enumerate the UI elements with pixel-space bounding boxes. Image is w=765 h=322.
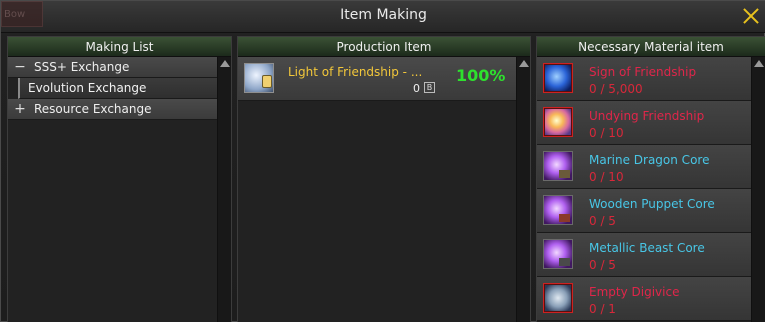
material-name: Undying Friendship bbox=[589, 109, 705, 123]
material-qty: 0 / 5 bbox=[589, 258, 616, 272]
item-making-window: Bow Item Making Making List − SSS+ Excha… bbox=[0, 0, 765, 322]
close-icon[interactable] bbox=[742, 7, 760, 25]
material-name: Sign of Friendship bbox=[589, 65, 697, 79]
production-count: 0 bbox=[413, 82, 420, 95]
tree-item-label: Resource Exchange bbox=[34, 102, 152, 116]
material-panel: Necessary Material item Sign of Friendsh… bbox=[536, 36, 765, 322]
empty-digivice-icon bbox=[543, 283, 573, 313]
production-item-row[interactable]: Light of Friendship - ... 100% 0 B bbox=[238, 57, 516, 101]
material-qty: 0 / 10 bbox=[589, 170, 624, 184]
undying-friendship-icon bbox=[543, 107, 573, 137]
material-row[interactable]: Empty Digivice 0 / 1 bbox=[537, 277, 751, 321]
material-name: Marine Dragon Core bbox=[589, 153, 710, 167]
bind-badge: B bbox=[424, 82, 435, 93]
production-item-header: Production Item bbox=[238, 37, 530, 57]
material-row[interactable]: Wooden Puppet Core 0 / 5 bbox=[537, 189, 751, 233]
collapse-icon[interactable]: − bbox=[14, 57, 26, 78]
material-row[interactable]: Undying Friendship 0 / 10 bbox=[537, 101, 751, 145]
material-name: Empty Digivice bbox=[589, 285, 680, 299]
material-scrollbar[interactable] bbox=[751, 57, 765, 322]
title-bar: Bow Item Making bbox=[1, 1, 765, 33]
wooden-puppet-core-icon bbox=[543, 195, 573, 225]
scroll-up-icon[interactable] bbox=[220, 60, 230, 67]
making-list-panel: Making List − SSS+ Exchange Evolution Ex… bbox=[7, 36, 232, 322]
making-list-scrollbar[interactable] bbox=[217, 57, 231, 322]
scroll-up-icon[interactable] bbox=[754, 60, 764, 67]
material-row[interactable]: Marine Dragon Core 0 / 10 bbox=[537, 145, 751, 189]
metallic-beast-core-icon bbox=[543, 239, 573, 269]
marine-dragon-core-icon bbox=[543, 151, 573, 181]
light-of-friendship-icon bbox=[244, 63, 274, 93]
production-item-panel: Production Item Light of Friendship - ..… bbox=[237, 36, 531, 322]
tree-item-sss-exchange[interactable]: − SSS+ Exchange bbox=[8, 57, 217, 78]
tree-item-resource-exchange[interactable]: + Resource Exchange bbox=[8, 99, 217, 120]
material-qty: 0 / 10 bbox=[589, 126, 624, 140]
scroll-up-icon[interactable] bbox=[519, 60, 529, 67]
material-header: Necessary Material item bbox=[537, 37, 765, 57]
production-scrollbar[interactable] bbox=[516, 57, 530, 322]
material-name: Wooden Puppet Core bbox=[589, 197, 715, 211]
expand-icon[interactable]: + bbox=[14, 99, 26, 120]
window-title: Item Making bbox=[340, 7, 427, 23]
tree-item-label: SSS+ Exchange bbox=[34, 60, 130, 74]
sign-of-friendship-icon bbox=[543, 63, 573, 93]
material-name: Metallic Beast Core bbox=[589, 241, 705, 255]
making-list-header: Making List bbox=[8, 37, 231, 57]
material-qty: 0 / 5 bbox=[589, 214, 616, 228]
material-row[interactable]: Metallic Beast Core 0 / 5 bbox=[537, 233, 751, 277]
material-qty: 0 / 5,000 bbox=[589, 82, 643, 96]
production-item-name: Light of Friendship - ... bbox=[288, 65, 423, 79]
material-row[interactable]: Sign of Friendship 0 / 5,000 bbox=[537, 57, 751, 101]
tree-item-label: Evolution Exchange bbox=[28, 81, 147, 95]
success-rate: 100% bbox=[456, 66, 506, 85]
tree-item-evolution-exchange[interactable]: Evolution Exchange bbox=[18, 78, 217, 99]
material-qty: 0 / 1 bbox=[589, 302, 616, 316]
